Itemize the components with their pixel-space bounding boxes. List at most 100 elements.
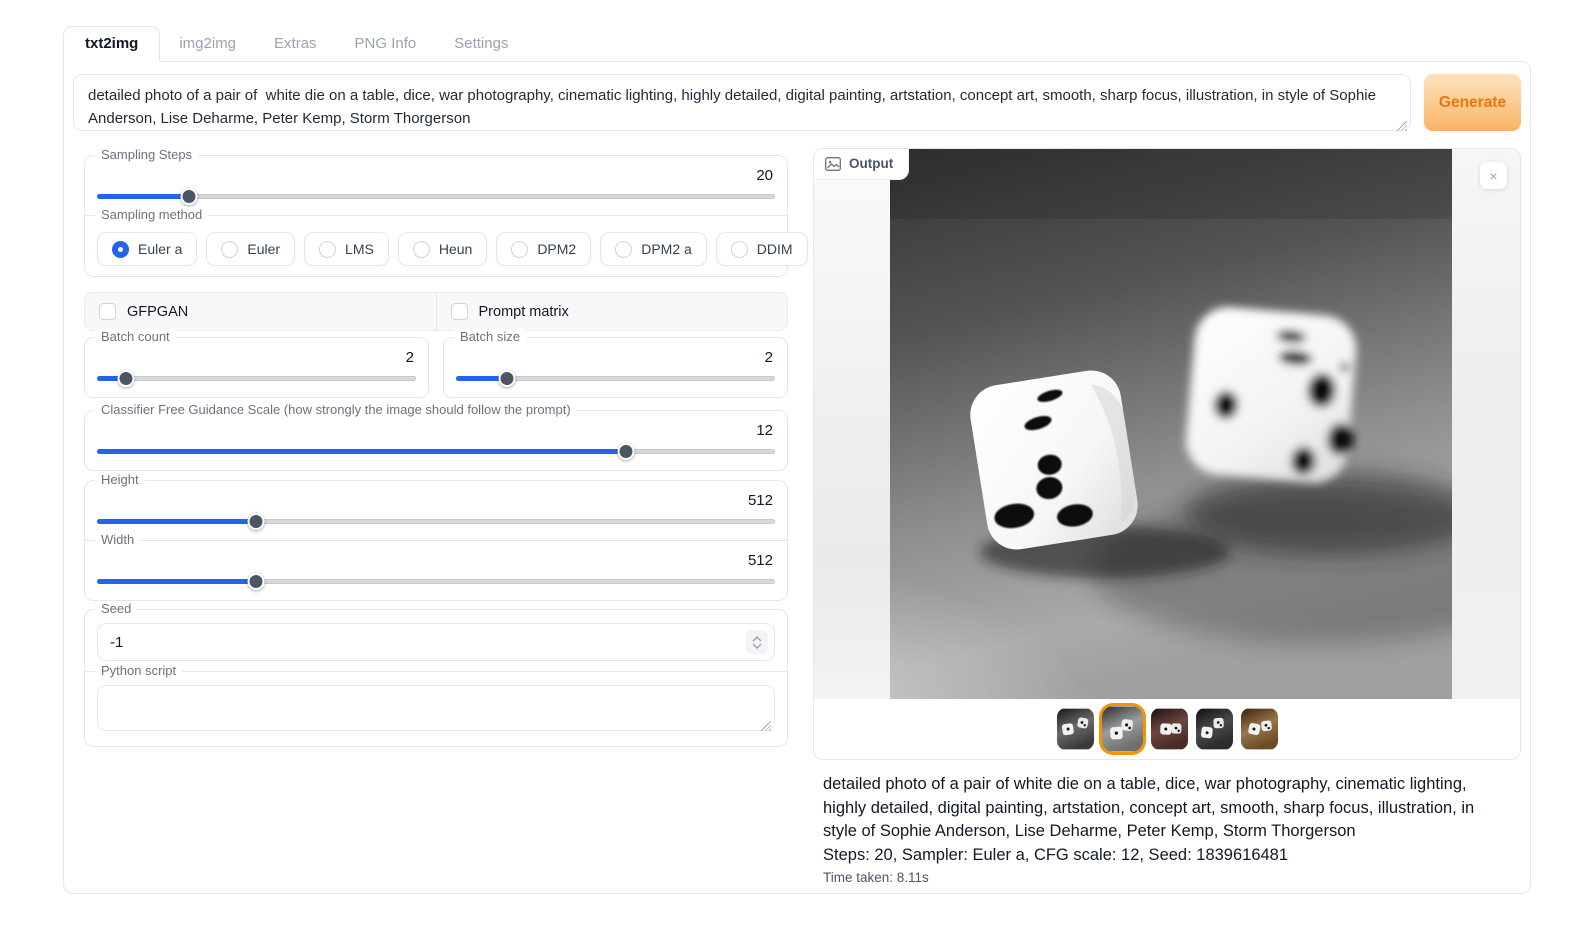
prompt-matrix-label: Prompt matrix [479,304,569,320]
python-script-label: Python script [95,663,182,678]
tab-extras[interactable]: Extras [255,27,336,61]
sampler-option-dpm2[interactable]: DPM2 [496,232,591,266]
batch-count-section: Batch count 2 [85,338,428,397]
batch-size-slider[interactable] [456,369,775,387]
radio-icon[interactable] [319,241,336,258]
tab-txt2img[interactable]: txt2img [63,26,160,62]
sampling-steps-value: 20 [97,167,773,184]
batch-count-slider[interactable] [97,369,416,387]
height-value: 512 [97,492,773,509]
sampling-steps-slider[interactable] [97,187,775,205]
output-column: Output × [813,146,1521,885]
batch-size-label: Batch size [454,329,526,344]
slider-thumb[interactable] [248,513,265,530]
tab-img2img[interactable]: img2img [160,27,255,61]
sampler-option-euler-a[interactable]: Euler a [97,232,197,266]
sampler-option-label: LMS [345,241,374,257]
thumbnail-2-two-dice-gray[interactable] [1102,706,1143,752]
thumbnail-1-dice-collage[interactable] [1057,708,1094,750]
slider-track [97,376,416,381]
batch-row: Batch count 2 Batch size 2 [84,337,788,398]
radio-icon[interactable] [511,241,528,258]
batch-size-section: Batch size 2 [444,338,787,397]
slider-thumb[interactable] [117,370,134,387]
prompt-row: detailed photo of a pair of white die on… [73,74,1521,136]
sampling-group: Sampling Steps 20 Sampling method Euler … [84,155,788,277]
radio-icon[interactable] [413,241,430,258]
tab-png-info[interactable]: PNG Info [336,27,436,61]
generate-button[interactable]: Generate [1424,74,1521,131]
slider-thumb[interactable] [499,370,516,387]
slider-thumb[interactable] [617,443,634,460]
slider-track [97,194,775,199]
gfpgan-checkbox[interactable] [99,303,116,320]
slider-thumb[interactable] [180,188,197,205]
sampler-option-ddim[interactable]: DDIM [716,232,808,266]
sampler-option-label: Heun [439,241,472,257]
sampler-option-euler[interactable]: Euler [206,232,295,266]
tab-bar: txt2imgimg2imgExtrasPNG InfoSettings [63,26,1531,61]
tab-content: detailed photo of a pair of white die on… [63,61,1531,894]
seed-section: Seed [85,610,787,671]
generation-info: detailed photo of a pair of white die on… [813,760,1521,885]
chevron-down-icon [752,643,762,649]
width-value: 512 [97,552,773,569]
caption-time: Time taken: 8.11s [823,870,1511,885]
slider-fill [97,579,256,584]
prompt-input[interactable]: detailed photo of a pair of white die on… [73,74,1411,131]
image-stage-right-blur [1452,149,1520,699]
thumbnail-5-dice-brown[interactable] [1241,708,1278,750]
batch-count-value: 2 [97,349,414,366]
sampling-method-label: Sampling method [95,207,208,222]
sampler-option-label: DPM2 [537,241,576,257]
txt2img-app: txt2imgimg2imgExtrasPNG InfoSettings det… [63,26,1531,894]
seed-input[interactable] [97,623,775,661]
radio-icon[interactable] [731,241,748,258]
sampler-option-label: Euler [247,241,280,257]
radio-icon[interactable] [615,241,632,258]
batch-count-label: Batch count [95,329,176,344]
sampler-option-dpm2-a[interactable]: DPM2 a [600,232,707,266]
size-group: Height 512 Width 512 [84,480,788,601]
sampler-option-lms[interactable]: LMS [304,232,389,266]
sampling-method-group: Euler aEulerLMSHeunDPM2DPM2 aDDIMPLMS [97,232,775,266]
close-button[interactable]: × [1480,162,1507,189]
image-stage: Output × [814,149,1520,699]
sampler-option-label: DDIM [757,241,793,257]
height-slider[interactable] [97,512,775,530]
batch-size-value: 2 [456,349,773,366]
generated-image[interactable] [890,149,1452,699]
python-script-input[interactable] [97,685,775,731]
output-panel: Output × [813,148,1521,760]
slider-fill [97,519,256,524]
cfg-group: Classifier Free Guidance Scale (how stro… [84,410,788,471]
thumbnail-3-dice-on-table[interactable] [1151,708,1188,750]
slider-fill [97,449,626,454]
prompt-matrix-checkbox[interactable] [451,303,468,320]
settings-column: Sampling Steps 20 Sampling method Euler … [84,146,788,885]
caption-prompt: detailed photo of a pair of white die on… [823,773,1511,844]
height-label: Height [95,472,145,487]
slider-fill [97,194,189,199]
gfpgan-option[interactable]: GFPGAN [85,293,436,330]
thumbnail-4-dice-dark-scene[interactable] [1196,708,1233,750]
cfg-section: Classifier Free Guidance Scale (how stro… [85,411,787,470]
radio-icon[interactable] [221,241,238,258]
sampler-option-label: Euler a [138,241,182,257]
seed-label: Seed [95,601,137,616]
cfg-label: Classifier Free Guidance Scale (how stro… [95,402,577,417]
width-slider[interactable] [97,572,775,590]
caption-params: Steps: 20, Sampler: Euler a, CFG scale: … [823,844,1511,868]
tab-settings[interactable]: Settings [435,27,527,61]
slider-thumb[interactable] [248,573,265,590]
seed-spinner[interactable] [746,630,768,654]
output-label: Output [849,156,893,171]
prompt-matrix-option[interactable]: Prompt matrix [436,293,788,330]
close-icon: × [1489,169,1497,183]
chevron-up-icon [752,636,762,642]
image-icon [825,157,841,171]
radio-icon[interactable] [112,241,129,258]
height-section: Height 512 [85,481,787,540]
sampler-option-heun[interactable]: Heun [398,232,487,266]
cfg-slider[interactable] [97,442,775,460]
